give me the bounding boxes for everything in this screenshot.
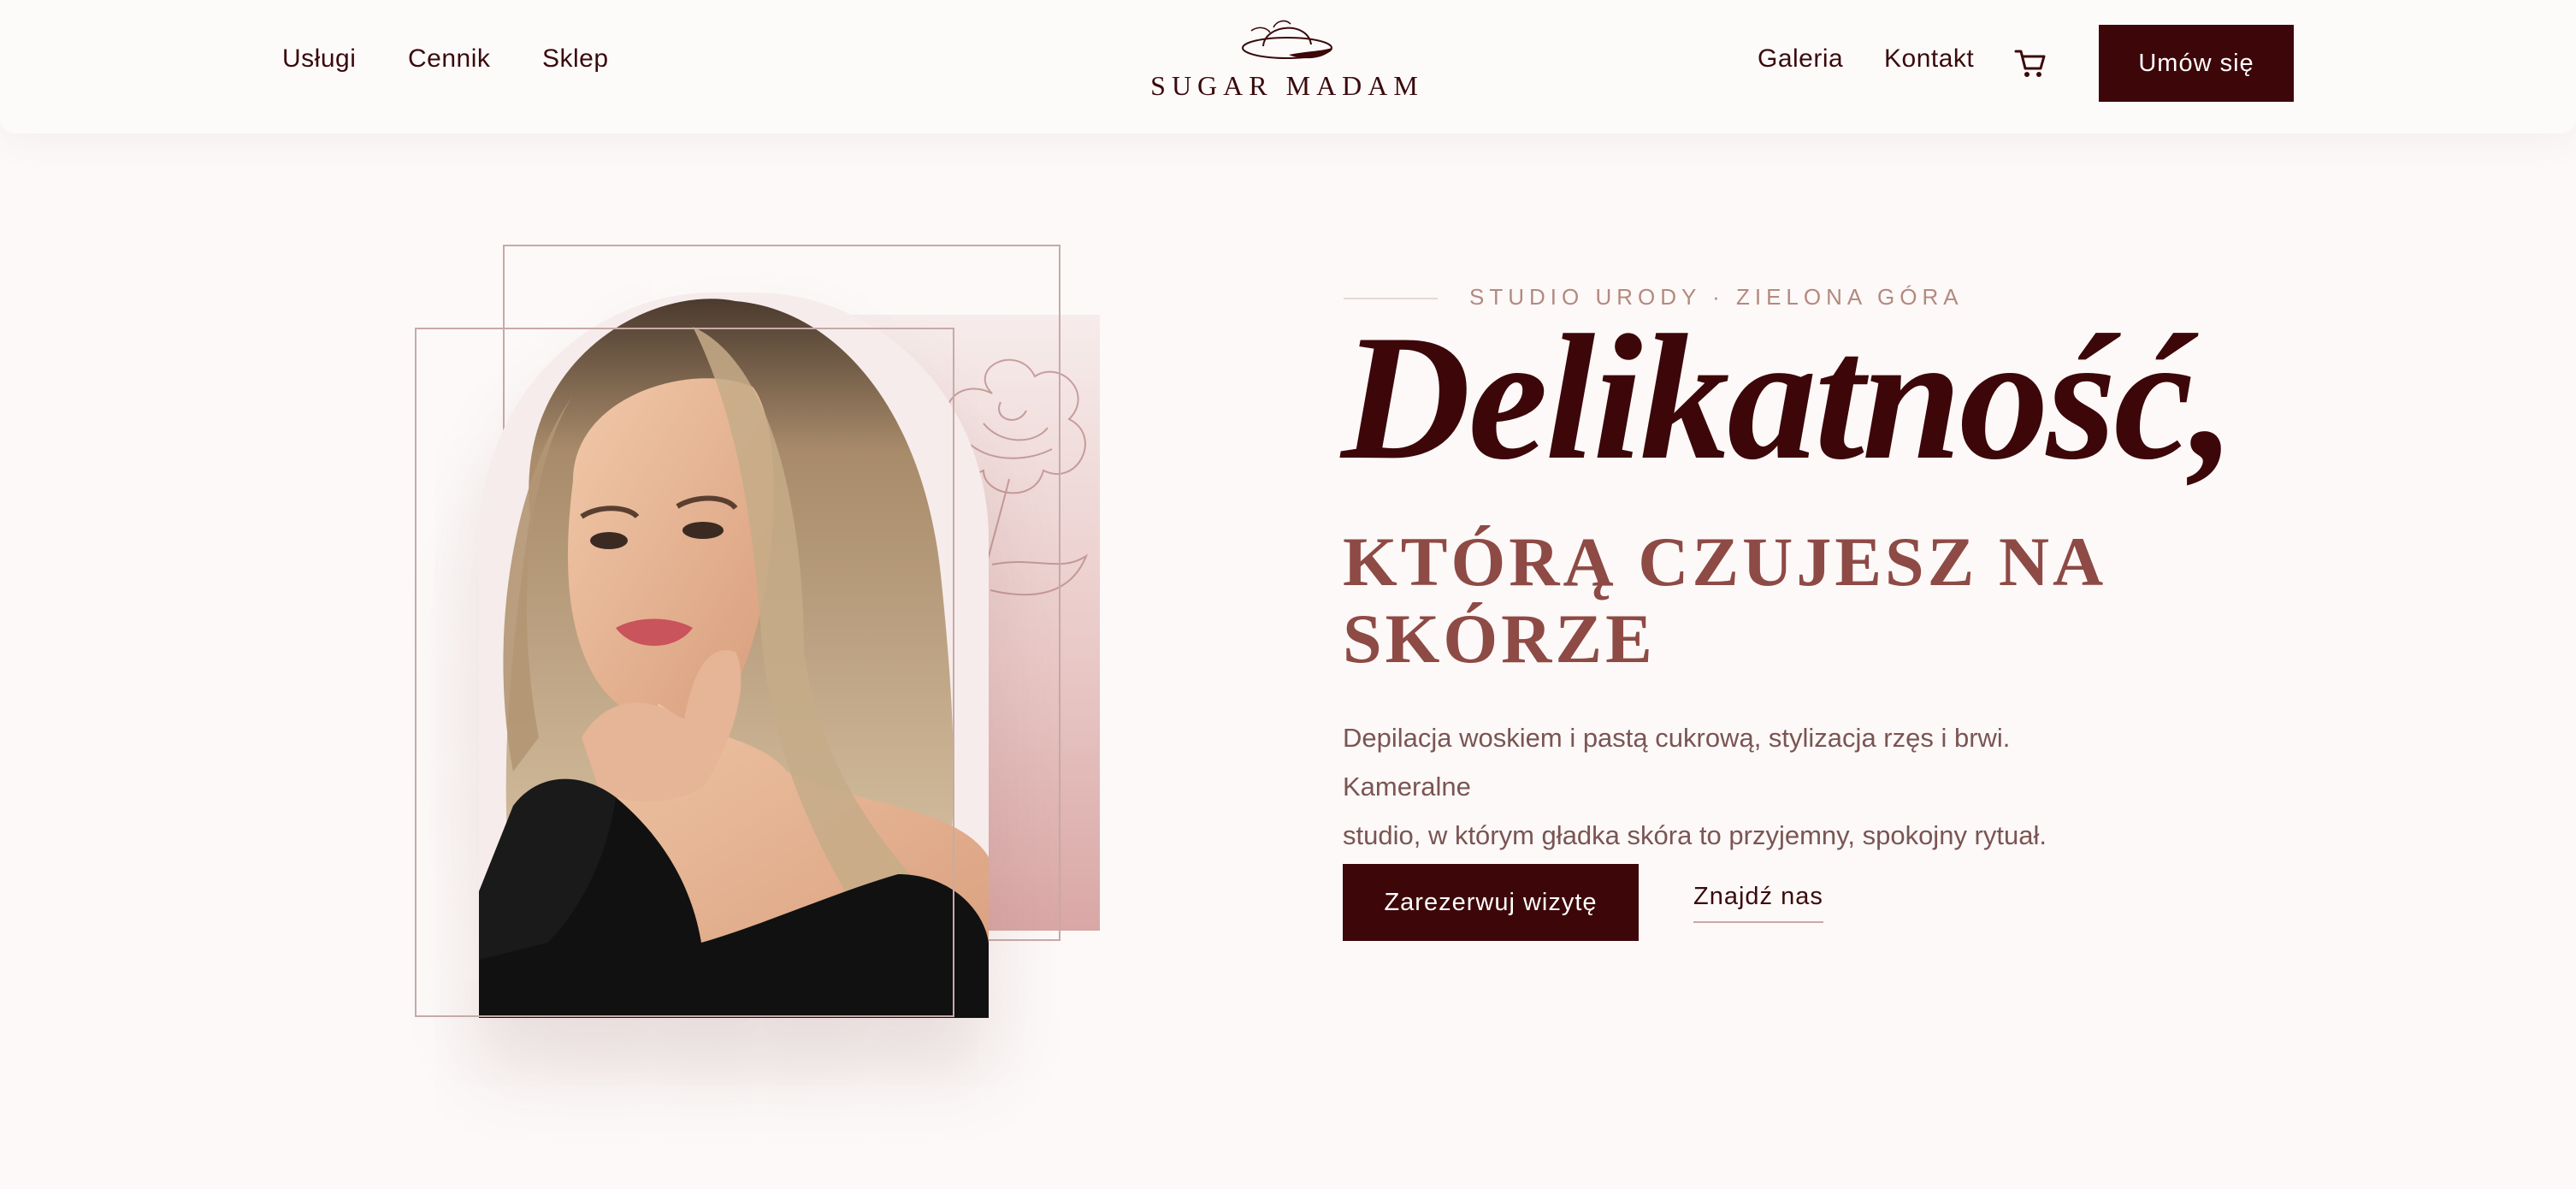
nav-kontakt[interactable]: Kontakt <box>1884 44 1974 74</box>
hero-title-line1: KTÓRĄ CZUJESZ NA <box>1343 523 2107 600</box>
find-us-link[interactable]: Znajdź nas <box>1693 883 1823 923</box>
cart-icon[interactable] <box>2013 46 2047 80</box>
hero-description: Depilacja woskiem i pastą cukrową, styli… <box>1343 713 2138 860</box>
hero-description-line2: studio, w którym gładka skóra to przyjem… <box>1343 820 2047 850</box>
nav-cennik[interactable]: Cennik <box>408 44 490 74</box>
hat-icon <box>1242 20 1332 59</box>
reserve-visit-button[interactable]: Zarezerwuj wizytę <box>1343 864 1639 941</box>
nav-sklep[interactable]: Sklep <box>542 44 609 74</box>
nav-galeria[interactable]: Galeria <box>1758 44 1843 74</box>
decorative-frame-front <box>415 328 954 1017</box>
hero-description-line1: Depilacja woskiem i pastą cukrową, styli… <box>1343 723 2011 802</box>
site-header: Usługi Cennik Sklep SUGAR MADAM Galeria … <box>0 0 2576 133</box>
hero-image-block <box>376 231 1129 1138</box>
nav-uslugi[interactable]: Usługi <box>282 44 356 74</box>
book-appointment-button[interactable]: Umów się <box>2099 25 2294 102</box>
logo[interactable]: SUGAR MADAM <box>1146 14 1428 109</box>
hero-title: KTÓRĄ CZUJESZ NA SKÓRZE <box>1343 524 2112 677</box>
logo-text: SUGAR MADAM <box>1150 70 1424 101</box>
hero-script-title: Delikatność, <box>1341 299 2236 497</box>
hero-title-line2: SKÓRZE <box>1343 600 1656 677</box>
